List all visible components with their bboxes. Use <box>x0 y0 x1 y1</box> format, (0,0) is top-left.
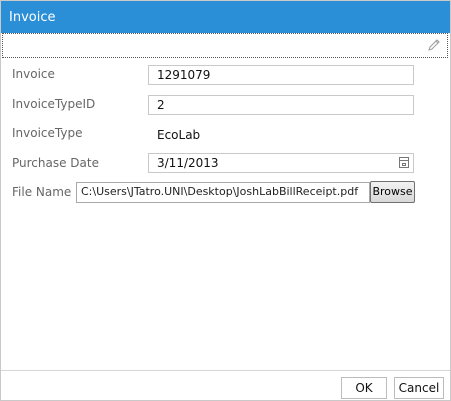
dialog-title: Invoice <box>9 10 56 25</box>
dialog-titlebar: Invoice <box>1 1 450 33</box>
file-name-label: File Name <box>12 185 72 199</box>
invoice-field[interactable]: 1291079 <box>148 65 414 85</box>
invoice-type-id-field[interactable]: 2 <box>148 95 414 115</box>
pencil-icon[interactable] <box>427 38 441 52</box>
browse-button[interactable]: Browse <box>370 181 415 203</box>
invoice-dialog: Invoice Invoice 1291079 InvoiceTypeID 2 … <box>0 0 451 401</box>
invoice-label: Invoice <box>12 67 55 81</box>
file-path-input[interactable]: C:\Users\JTatro.UNI\Desktop\JoshLabBillR… <box>76 182 370 203</box>
dialog-toolbar <box>2 33 448 58</box>
purchase-date-field[interactable]: 3/11/2013 <box>148 153 414 173</box>
cancel-button[interactable]: Cancel <box>394 377 444 399</box>
calendar-icon[interactable] <box>399 157 409 168</box>
purchase-date-label: Purchase Date <box>12 156 99 170</box>
footer-divider <box>1 370 450 371</box>
ok-button[interactable]: OK <box>341 377 387 399</box>
invoice-type-value: EcoLab <box>157 128 201 142</box>
invoice-type-id-label: InvoiceTypeID <box>12 97 96 111</box>
invoice-type-label: InvoiceType <box>12 126 83 140</box>
purchase-date-value: 3/11/2013 <box>157 156 219 170</box>
